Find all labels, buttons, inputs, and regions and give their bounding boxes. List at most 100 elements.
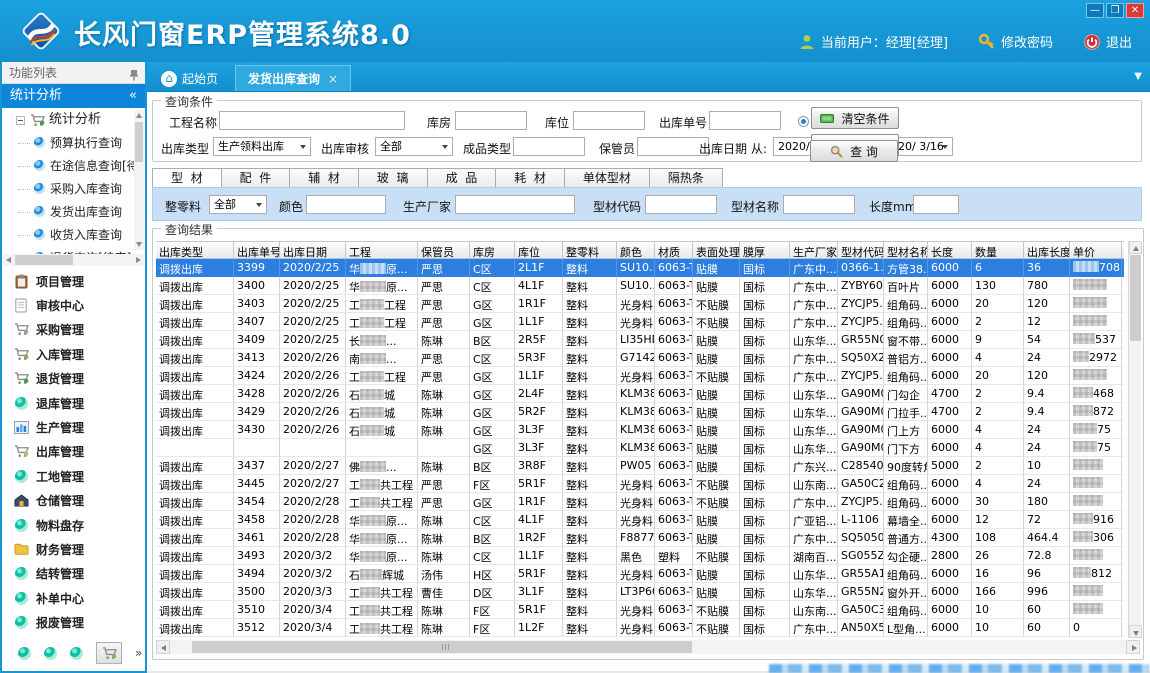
- scroll-left-icon[interactable]: [156, 640, 170, 654]
- close-button[interactable]: ✕: [1126, 3, 1144, 18]
- cart-module-button[interactable]: [96, 642, 122, 664]
- audit-combo[interactable]: 全部: [375, 137, 453, 156]
- table-row[interactable]: 调拨出库34032020/2/25工工程严思G区1R1F整料光身料6063-T5…: [156, 295, 1124, 313]
- column-header[interactable]: 颜色: [617, 241, 655, 259]
- material-tab[interactable]: 型 材: [152, 168, 222, 188]
- column-header[interactable]: 工程: [346, 241, 418, 259]
- table-row[interactable]: 调拨出库34242020/2/26工工程严思G区1L1F整料光身料6063-T5…: [156, 367, 1124, 385]
- table-row[interactable]: 调拨出库34452020/2/27工共工程严思F区5R1F整料光身料6063-T…: [156, 475, 1124, 493]
- material-tab[interactable]: 配 件: [222, 168, 291, 188]
- tree-item[interactable]: 在途信息查询[待: [2, 155, 145, 178]
- tree-root[interactable]: 统计分析: [2, 108, 145, 132]
- sidebar-module[interactable]: 入库管理: [2, 342, 145, 366]
- table-row[interactable]: 调拨出库34002020/2/25华原...严思C区4L1F整料SU10...6…: [156, 277, 1124, 295]
- table-row[interactable]: 调拨出库35002020/3/3工共工程曹佳D区3L1F整料LT3P606063…: [156, 583, 1124, 601]
- tree-expander-icon[interactable]: [16, 116, 25, 125]
- table-row[interactable]: 调拨出库35102020/3/4工共工程陈琳F区5R1F整料光身料6063-T5…: [156, 601, 1124, 619]
- profile-name-input[interactable]: [783, 195, 855, 214]
- column-header[interactable]: 型材名称: [884, 241, 928, 259]
- length-input[interactable]: [913, 195, 959, 214]
- material-tab[interactable]: 成 品: [428, 168, 497, 188]
- out-type-combo[interactable]: 生产领料出库: [213, 137, 311, 156]
- column-header[interactable]: 出库单号: [234, 241, 280, 259]
- module-dot-icon[interactable]: [18, 647, 31, 660]
- column-header[interactable]: 出库日期: [280, 241, 346, 259]
- clear-conditions-button[interactable]: 清空条件: [811, 107, 899, 129]
- table-row[interactable]: 调拨出库34292020/2/26石城陈琳G区5R2F整料KLM38176063…: [156, 403, 1124, 421]
- sidebar-module[interactable]: 物料盘存: [2, 513, 145, 537]
- module-dot-icon[interactable]: [44, 647, 57, 660]
- sidebar-module[interactable]: 项目管理: [2, 269, 145, 293]
- scrollbar-thumb[interactable]: [135, 122, 143, 162]
- scroll-right-icon[interactable]: [1126, 640, 1140, 654]
- tree-item[interactable]: 预算执行查询: [2, 132, 145, 155]
- tree-vertical-scrollbar[interactable]: [134, 110, 144, 250]
- search-button[interactable]: 查 询: [810, 140, 898, 162]
- sidebar-module[interactable]: 退货管理: [2, 367, 145, 391]
- table-row[interactable]: G区3L3F整料KLM38176063-T5贴膜国标山东华...GA90M09.…: [156, 439, 1124, 457]
- sidebar-module[interactable]: 工地管理: [2, 464, 145, 488]
- material-tab[interactable]: 耗 材: [496, 168, 565, 188]
- column-header[interactable]: 表面处理: [693, 241, 740, 259]
- table-horizontal-scrollbar[interactable]: [156, 640, 1140, 654]
- project-name-input[interactable]: [219, 111, 405, 130]
- table-row[interactable]: 调拨出库35122020/3/4工共工程陈琳F区1L2F整料光身料6063-T5…: [156, 619, 1124, 637]
- sidebar-module[interactable]: 生产管理: [2, 415, 145, 439]
- sidebar-module[interactable]: 仓储管理: [2, 489, 145, 513]
- sidebar-module[interactable]: 采购管理: [2, 318, 145, 342]
- column-header[interactable]: 单价: [1070, 241, 1122, 259]
- scrollbar-thumb[interactable]: [1130, 255, 1141, 341]
- sidebar-module[interactable]: 结转管理: [2, 562, 145, 586]
- column-header[interactable]: 出库类型: [156, 241, 234, 259]
- scroll-down-icon[interactable]: [1129, 625, 1142, 638]
- material-tab[interactable]: 玻 璃: [359, 168, 428, 188]
- table-row[interactable]: 调拨出库34282020/2/26石城陈琳G区2L4F整料KLM38176063…: [156, 385, 1124, 403]
- order-no-input[interactable]: [709, 111, 781, 130]
- change-password-button[interactable]: 修改密码: [978, 32, 1053, 51]
- scroll-down-icon[interactable]: [136, 242, 142, 247]
- table-row[interactable]: 调拨出库34582020/2/28华原...陈琳C区4L1F整料光身料6063-…: [156, 511, 1124, 529]
- scroll-up-icon[interactable]: [1129, 241, 1142, 254]
- column-header[interactable]: 材质: [655, 241, 693, 259]
- table-row[interactable]: 调拨出库34302020/2/26石城陈琳G区3L3F整料KLM38176063…: [156, 421, 1124, 439]
- product-type-input[interactable]: [513, 137, 585, 156]
- column-header[interactable]: 库位: [515, 241, 563, 259]
- material-tab[interactable]: 隔热条: [650, 168, 723, 188]
- whole-part-combo[interactable]: 全部: [209, 195, 267, 214]
- material-tab[interactable]: 单体型材: [565, 168, 650, 188]
- table-row[interactable]: 调拨出库34932020/3/2华原...陈琳C区1L1F整料黑色塑料不贴膜国标…: [156, 547, 1124, 565]
- column-header[interactable]: 金额: [1122, 241, 1124, 259]
- logout-button[interactable]: 退出: [1083, 32, 1132, 51]
- table-row[interactable]: 调拨出库33992020/2/25华原...严思C区2L1F整料SU10...6…: [156, 259, 1124, 277]
- column-header[interactable]: 整零料: [563, 241, 617, 259]
- scroll-left-icon[interactable]: [6, 257, 11, 263]
- maximize-button[interactable]: ❐: [1106, 3, 1124, 18]
- column-header[interactable]: 保管员: [418, 241, 470, 259]
- tab-close-icon[interactable]: ×: [328, 72, 338, 86]
- tree-item[interactable]: 发货出库查询: [2, 201, 145, 224]
- sidebar-module[interactable]: 退库管理: [2, 391, 145, 415]
- column-header[interactable]: 出库长度: [1024, 241, 1070, 259]
- table-row[interactable]: 调拨出库34542020/2/28工共工程严思G区1R1F整料光身料6063-T…: [156, 493, 1124, 511]
- sidebar-section-statistics[interactable]: 统计分析 «: [2, 84, 145, 108]
- table-row[interactable]: 调拨出库34942020/3/2石辉城汤伟H区5R1F整料光身料6063-T5贴…: [156, 565, 1124, 583]
- more-modules-button[interactable]: »: [135, 648, 142, 658]
- minimize-button[interactable]: —: [1086, 3, 1104, 18]
- table-row[interactable]: 调拨出库34072020/2/25工工程严思G区1L1F整料光身料6063-T5…: [156, 313, 1124, 331]
- tab-list-caret-icon[interactable]: ▼: [1134, 71, 1142, 82]
- tree-horizontal-scrollbar[interactable]: [3, 254, 144, 266]
- column-header[interactable]: 型材代码: [838, 241, 884, 259]
- column-header[interactable]: 数量: [972, 241, 1024, 259]
- collapse-icon[interactable]: «: [129, 84, 137, 108]
- radio-selected-icon[interactable]: [798, 116, 809, 127]
- table-vertical-scrollbar[interactable]: [1128, 241, 1141, 638]
- table-row[interactable]: 调拨出库34612020/2/28华原...陈琳B区1R2F整料F8877FT6…: [156, 529, 1124, 547]
- scrollbar-thumb[interactable]: [15, 255, 73, 265]
- manufacturer-input[interactable]: [455, 195, 575, 214]
- column-header[interactable]: 生产厂家: [790, 241, 838, 259]
- location-input[interactable]: [573, 111, 645, 130]
- scrollbar-thumb[interactable]: [192, 641, 692, 653]
- tree-item[interactable]: 收货入库查询: [2, 224, 145, 247]
- sidebar-module[interactable]: 报废管理: [2, 610, 145, 634]
- tab-home[interactable]: ⌂ 起始页: [153, 66, 226, 91]
